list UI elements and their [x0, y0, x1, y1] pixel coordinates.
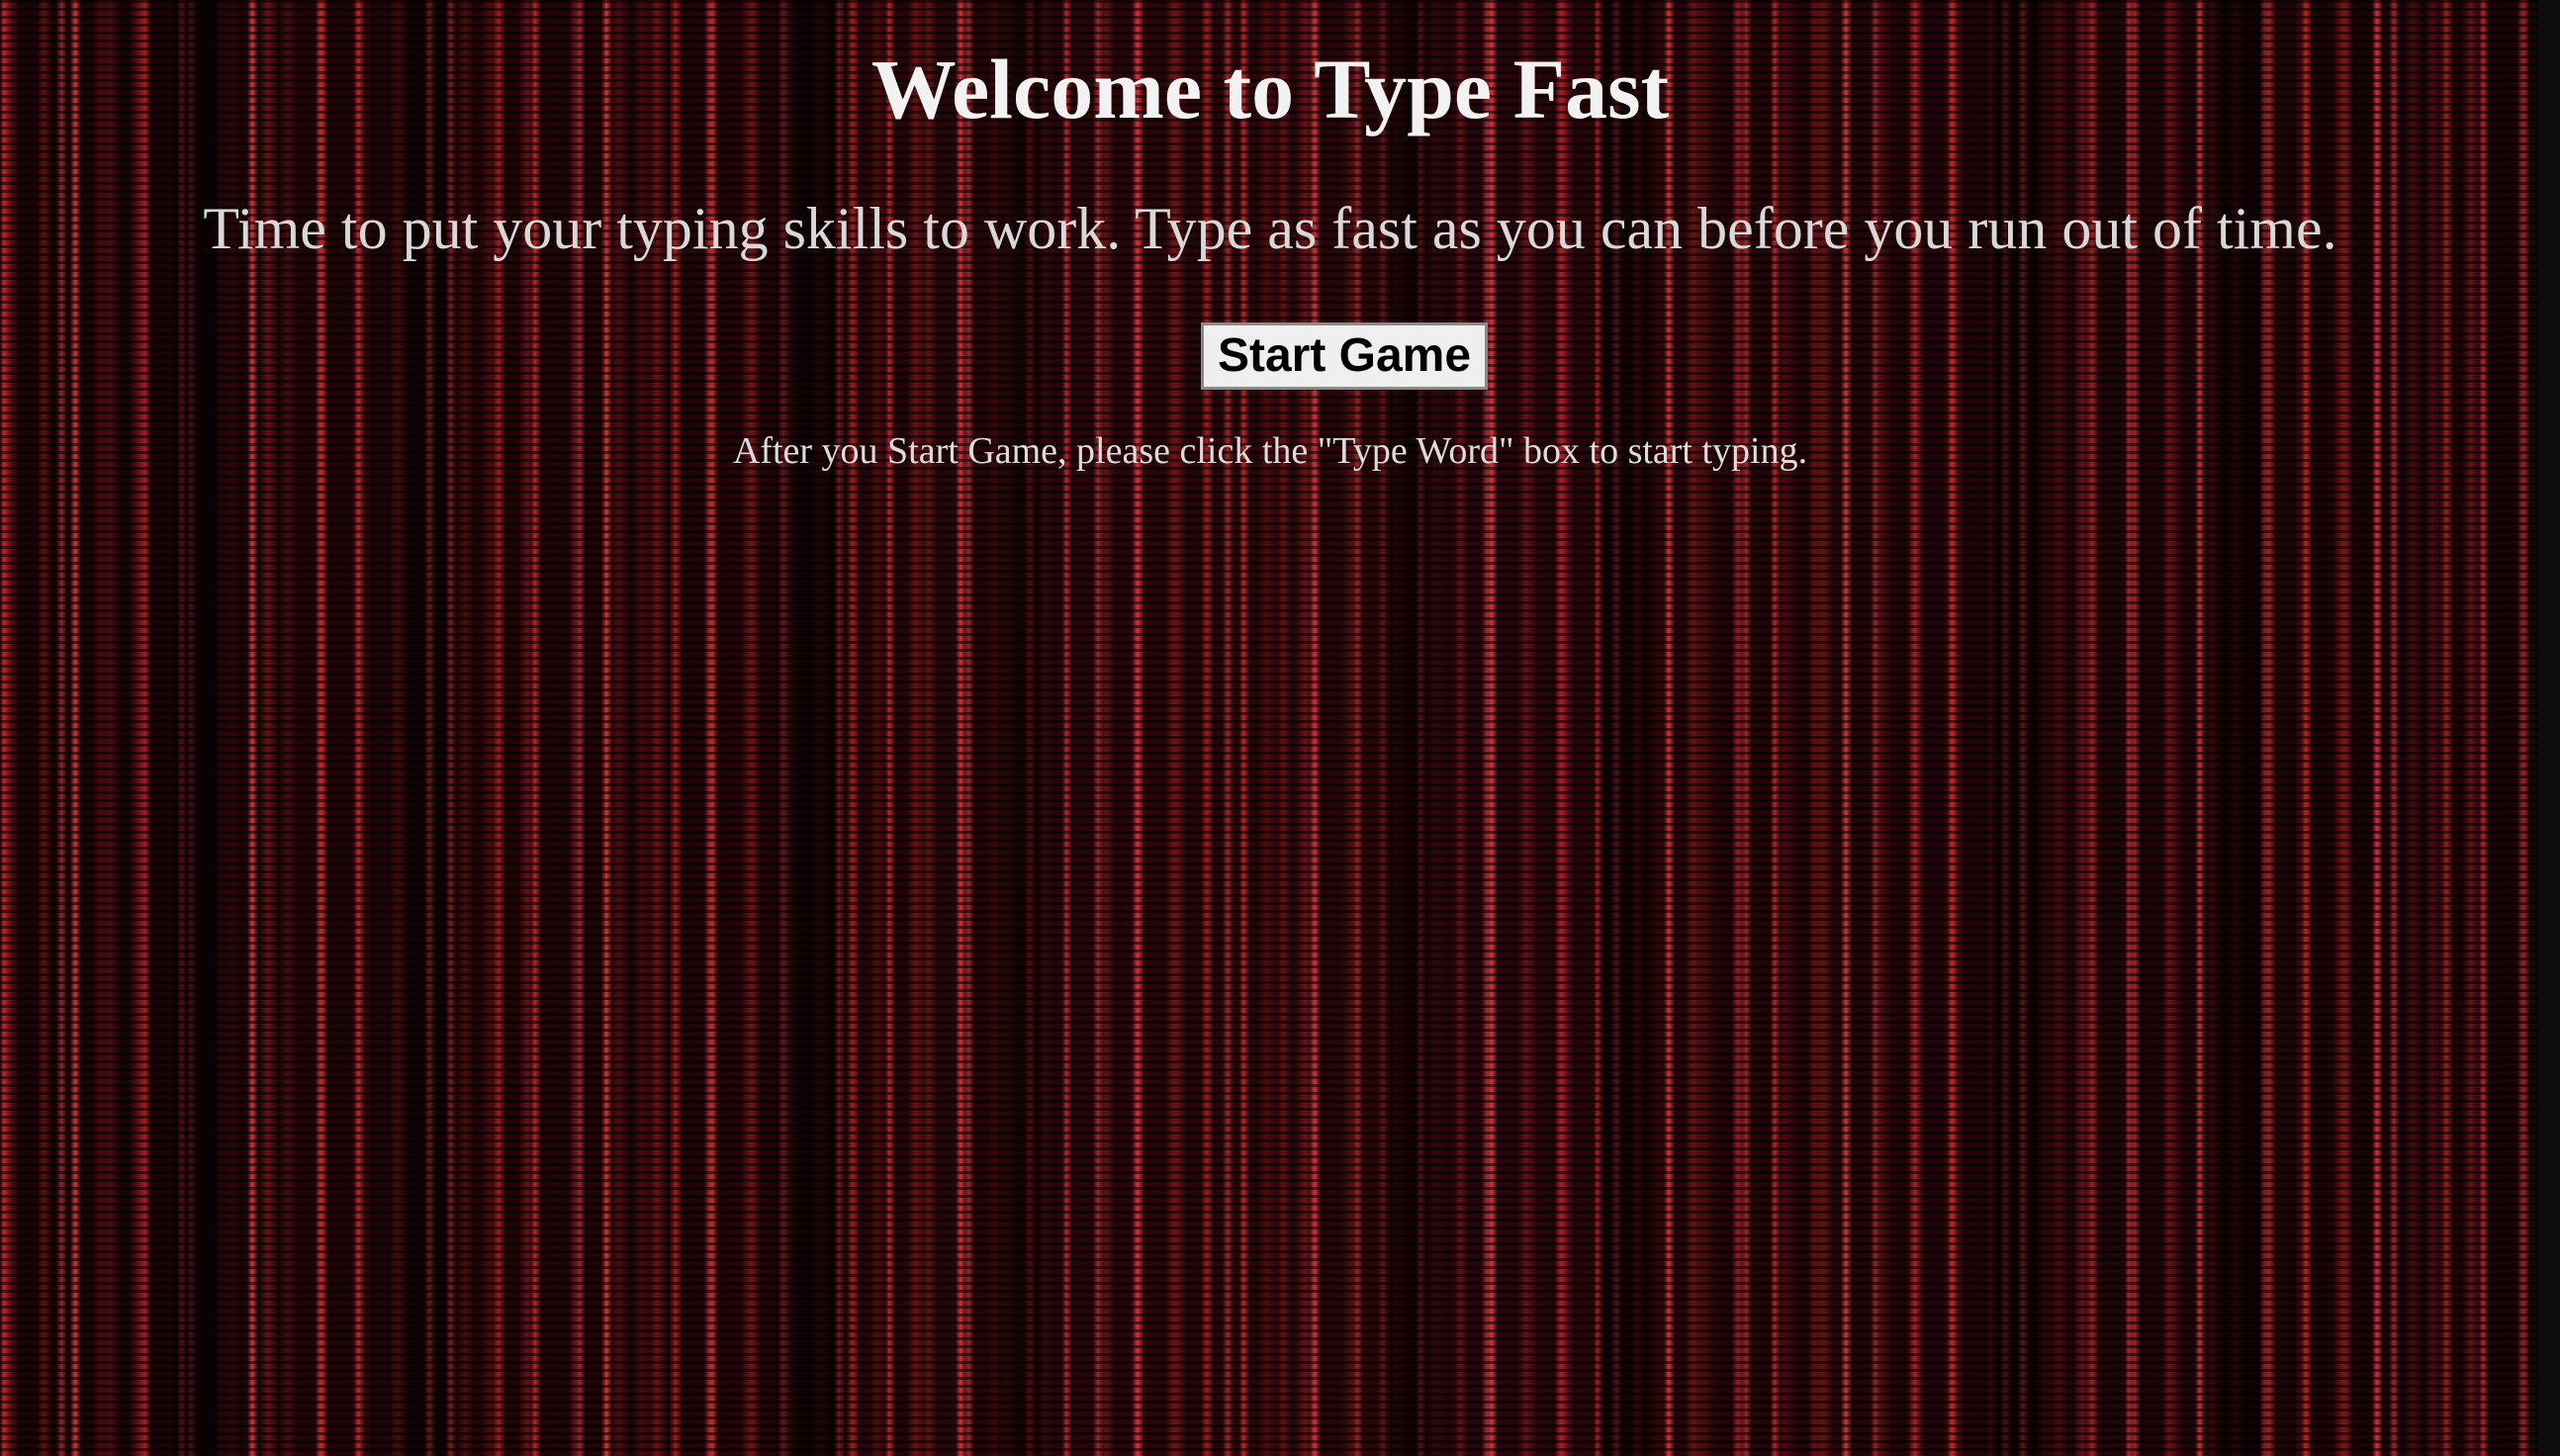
- instructions-text: After you Start Game, please click the "…: [732, 430, 1808, 472]
- start-game-button[interactable]: Start Game: [1201, 322, 1488, 390]
- window-edge: [2538, 0, 2560, 1456]
- page-title: Welcome to Type Fast: [870, 42, 1670, 136]
- intro-text: Time to put your typing skills to work. …: [203, 196, 2337, 261]
